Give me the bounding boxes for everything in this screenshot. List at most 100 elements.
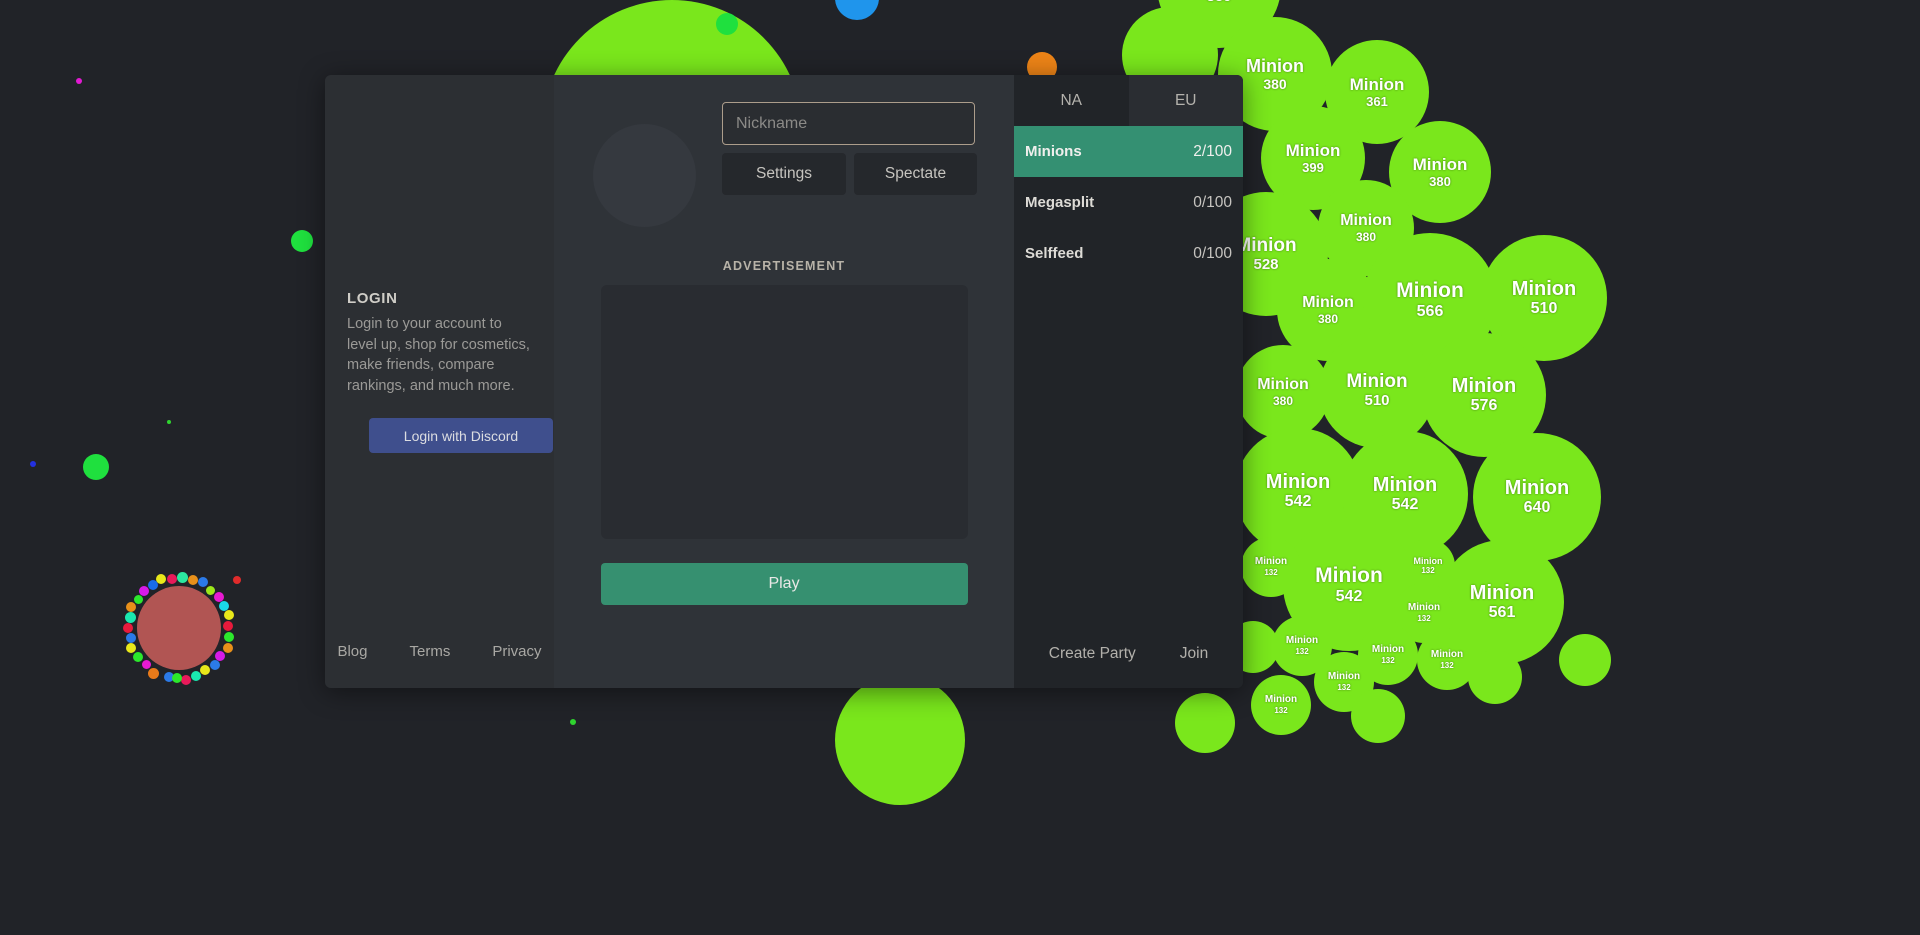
food-pellet: [30, 461, 36, 467]
main-menu-modal: LOGIN Login to your account to level up,…: [325, 75, 1243, 688]
cell-name: Minion: [1285, 635, 1319, 647]
mode-count: 2/100: [1193, 142, 1232, 160]
blob-ring-pellet: [126, 633, 137, 644]
blob-ring-pellet: [156, 574, 167, 585]
cell-name: Minion: [1315, 564, 1383, 588]
blob-ring-pellet: [124, 612, 136, 624]
cell-mass: 561: [1488, 604, 1516, 622]
blob-ring-pellet: [126, 601, 137, 612]
cell-mass: 132: [1421, 566, 1435, 576]
game-cell: Minion380: [1236, 345, 1330, 439]
login-heading: LOGIN: [347, 290, 398, 307]
cell-name: Minion: [1413, 555, 1443, 566]
cell-name: Minion: [1412, 154, 1468, 174]
avatar[interactable]: [593, 124, 696, 227]
game-cell: Minion 132: [1358, 625, 1418, 685]
game-cell: Minion 510: [1319, 332, 1435, 448]
footer-link-blog[interactable]: Blog: [337, 643, 367, 660]
player-blob: [137, 586, 221, 670]
blob-ring-pellet: [134, 595, 144, 605]
login-with-discord-button[interactable]: Login with Discord: [369, 418, 553, 454]
cell-name: Minion: [1254, 556, 1288, 568]
cell-mass: 542: [1284, 493, 1312, 511]
play-button[interactable]: Play: [600, 563, 968, 605]
login-block: LOGIN Login to your account to level up,…: [325, 290, 554, 454]
cell-name: Minion: [1246, 55, 1304, 76]
cell-mass: 380: [1263, 76, 1287, 93]
cell-mass: 399: [1302, 160, 1324, 176]
cell-mass: 510: [1364, 392, 1390, 410]
mode-count: 0/100: [1193, 244, 1232, 262]
left-panel-spacer: [325, 453, 554, 643]
cell-mass: 380: [1355, 230, 1377, 245]
cell-name: Minion: [1511, 277, 1577, 300]
cell-mass: 528: [1253, 256, 1279, 274]
game-cell: Minion 132: [1251, 675, 1311, 735]
food-pellet: [570, 719, 576, 725]
login-description: Login to your account to level up, shop …: [347, 316, 530, 394]
region-tabs: NA EU: [1014, 75, 1243, 126]
cell-name: Minion: [1264, 694, 1298, 706]
blob-ring-pellet: [223, 642, 234, 653]
mode-name: Selffeed: [1025, 245, 1084, 262]
play-panel: Settings Spectate ADVERTISEMENT Play: [554, 75, 1014, 688]
cell-mass: 566: [1416, 302, 1444, 320]
footer-link-privacy[interactable]: Privacy: [492, 643, 541, 660]
nickname-input[interactable]: [722, 102, 975, 145]
cell-mass: 361: [1366, 94, 1388, 110]
blob-ring-pellet: [141, 659, 151, 669]
cell-name: Minion: [1430, 649, 1464, 661]
blob-ring-pellet: [198, 577, 209, 588]
cell-name: Minion: [1235, 234, 1297, 256]
cell-mass: 132: [1264, 567, 1278, 577]
blob-ring-pellet: [187, 574, 198, 585]
cell-mass: 380: [1317, 312, 1339, 327]
blob-ring-pellet: [224, 631, 235, 642]
cell-mass: 380: [1272, 394, 1294, 409]
cell-mass: 380: [1206, 0, 1231, 4]
cell-name: Minion: [1340, 211, 1392, 229]
blob-ring-pellet: [199, 664, 210, 675]
app-root: Minion380Minion380Minion361Minion399Mini…: [0, 0, 1920, 935]
blob-ring-pellet: [177, 571, 189, 583]
mode-name: Megasplit: [1025, 194, 1095, 211]
footer-link-terms[interactable]: Terms: [410, 643, 451, 660]
cell-name: Minion: [1372, 473, 1438, 496]
cell-mass: 380: [1429, 174, 1451, 190]
blob-ring-pellet: [181, 675, 192, 686]
cell-name: Minion: [1346, 370, 1408, 392]
cell-mass: 542: [1335, 587, 1363, 605]
mode-name: Minions: [1025, 143, 1082, 160]
advertisement-label: ADVERTISEMENT: [722, 259, 846, 273]
mode-row-selffeed[interactable]: Selffeed 0/100: [1014, 228, 1243, 279]
cell-mass: 640: [1523, 499, 1551, 517]
profile-entry-row: Settings Spectate: [554, 102, 1014, 227]
cell-name: Minion: [1257, 375, 1309, 393]
mode-row-megasplit[interactable]: Megasplit 0/100: [1014, 177, 1243, 228]
game-cell: [1351, 689, 1405, 743]
spectate-button[interactable]: Spectate: [854, 153, 977, 195]
game-mode-list: Minions 2/100 Megasplit 0/100 Selffeed 0…: [1014, 126, 1243, 279]
cell-name: Minion: [1302, 293, 1354, 311]
cell-mass: 132: [1417, 613, 1431, 623]
create-party-button[interactable]: Create Party: [1049, 645, 1136, 663]
cell-mass: 132: [1274, 705, 1288, 715]
cell-name: Minion: [1451, 374, 1517, 397]
game-cell: [291, 230, 313, 252]
cell-name: Minion: [1349, 74, 1405, 94]
cell-mass: 576: [1470, 397, 1498, 415]
cell-name: Minion: [1327, 671, 1361, 683]
blob-ring-pellet: [147, 667, 159, 679]
cell-name: Minion: [1407, 602, 1441, 614]
region-tab-na[interactable]: NA: [1014, 75, 1129, 126]
region-tab-eu[interactable]: EU: [1128, 75, 1243, 126]
game-cell: [835, 675, 965, 805]
game-cell: [835, 0, 879, 20]
mode-row-minions[interactable]: Minions 2/100: [1014, 126, 1243, 177]
server-panel-spacer: [1014, 279, 1243, 645]
cell-name: Minion: [1265, 470, 1331, 493]
food-pellet: [167, 420, 171, 424]
blob-ring-pellet: [133, 651, 144, 662]
settings-button[interactable]: Settings: [722, 153, 846, 195]
join-party-button[interactable]: Join: [1180, 645, 1208, 663]
